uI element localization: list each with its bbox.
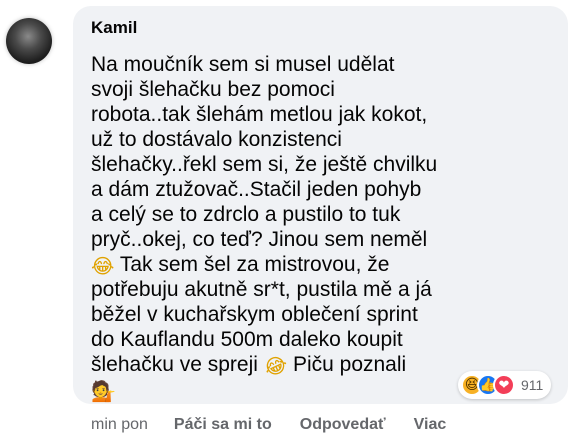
more-button[interactable]: Viac (414, 416, 447, 434)
comment-line: pryč..okej, co teď? Jinou sem neměl (91, 228, 428, 251)
person-tipping-hand-emoji-icon: 💁 (91, 379, 116, 403)
comment-line: svoji šlehačku bez pomoci (91, 78, 335, 101)
comment-text: Na moučník sem si musel udělat svoji šle… (91, 52, 554, 402)
reactions-summary[interactable]: 😆 👍 ❤ 911 (458, 371, 552, 399)
comment-actions: min pon Páči sa mi to Odpovedať Viac (91, 414, 446, 436)
comment-line-text: šlehačku ve spreji (91, 353, 264, 376)
reaction-count: 911 (521, 377, 544, 393)
rofl-emoji-icon: 😂 (259, 350, 292, 382)
avatar[interactable] (6, 18, 52, 64)
comment-line: robota..tak šlehám metlou jak kokot, (91, 103, 428, 126)
love-icon: ❤ (493, 374, 515, 396)
comment-line: Na moučník sem si musel udělat (91, 53, 395, 76)
comment-line: běžel v kuchařskym oblečení sprint (91, 303, 418, 326)
like-button[interactable]: Páči sa mi to (174, 416, 272, 434)
comment-line-with-emoji: 😂 Tak sem šel za mistrovou, že (91, 252, 554, 277)
comment-author[interactable]: Kamil (91, 18, 554, 42)
comment-line: potřebuju akutně sr*t, pustila mě a já (91, 278, 432, 301)
comment-line-text: Tak sem šel za mistrovou, že (114, 253, 390, 276)
reply-button[interactable]: Odpovedať (300, 416, 386, 434)
comment-line: už to dostávalo konzistenci (91, 128, 342, 151)
comment-line-text: Piču poznali (287, 353, 407, 376)
comment-bubble: Kamil Na moučník sem si musel udělat svo… (73, 6, 568, 404)
comment-line: šlehačky..řekl sem si, že ještě chvilku (91, 153, 438, 176)
comment-line: do Kauflandu 500m daleko koupit (91, 328, 403, 351)
comment-timestamp[interactable]: min pon (91, 416, 148, 434)
comment-line: a celý se to zdrclo a pustilo to tuk (91, 203, 401, 226)
laugh-crying-emoji-icon: 😂 (91, 254, 115, 278)
comment-line: a dám ztužovač..Stačil jeden pohyb (91, 178, 422, 201)
